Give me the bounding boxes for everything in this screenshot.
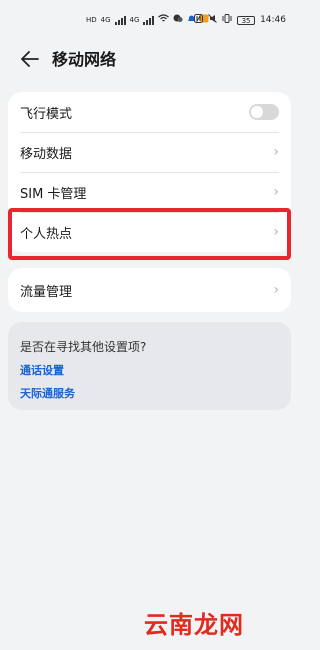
- toggle-knob: [251, 106, 263, 118]
- watermark-logo: 云南龙网: [144, 610, 244, 639]
- hd-badge: HD: [86, 16, 97, 24]
- clock: 14:46: [260, 15, 286, 25]
- suggestions-card: 是否在寻找其他设置项? 通话设置 天际通服务: [8, 322, 291, 410]
- back-arrow-icon[interactable]: [18, 48, 42, 72]
- sim-management-row[interactable]: SIM 卡管理 ›: [8, 172, 291, 212]
- battery-indicator: 35: [237, 15, 256, 25]
- call-settings-link[interactable]: 通话设置: [20, 362, 64, 378]
- airplane-mode-toggle[interactable]: [249, 104, 279, 120]
- chevron-right-icon: ›: [273, 282, 279, 298]
- status-right: 35 14:46: [194, 14, 286, 26]
- data-usage-label: 流量管理: [20, 284, 73, 300]
- mobile-data-label: 移动数据: [20, 146, 73, 162]
- vibrate-icon: [222, 14, 232, 26]
- airplane-mode-label: 飞行模式: [20, 106, 73, 122]
- sim-management-label: SIM 卡管理: [20, 186, 87, 202]
- mobile-data-row[interactable]: 移动数据 ›: [8, 132, 291, 172]
- mute-icon: [208, 14, 217, 26]
- signal-bars-icon-2: [143, 15, 155, 25]
- personal-hotspot-row[interactable]: 个人热点 ›: [8, 212, 291, 252]
- net-type: 4G: [100, 16, 111, 24]
- personal-hotspot-label: 个人热点: [20, 226, 73, 242]
- chevron-right-icon: ›: [273, 224, 279, 240]
- status-bar: HD 4G 4G 35 14:46: [0, 0, 300, 40]
- settings-group-main: 飞行模式 移动数据 › SIM 卡管理 › 个人热点 ›: [8, 92, 291, 252]
- status-left: HD 4G 4G: [86, 14, 209, 26]
- chevron-right-icon: ›: [273, 144, 279, 160]
- net-type-2: 4G: [129, 16, 140, 24]
- page-title: 移动网络: [52, 50, 117, 69]
- signal-bars-icon: [114, 15, 126, 25]
- suggestions-question: 是否在寻找其他设置项?: [20, 340, 147, 354]
- airplane-mode-row[interactable]: 飞行模式: [8, 92, 291, 132]
- wifi-icon: [158, 14, 170, 26]
- chat-icon: [173, 14, 183, 26]
- data-usage-row[interactable]: 流量管理 ›: [8, 268, 291, 312]
- chevron-right-icon: ›: [273, 184, 279, 200]
- nfc-icon: [194, 14, 204, 26]
- settings-group-traffic: 流量管理 ›: [8, 268, 291, 312]
- page-header: 移动网络: [0, 46, 300, 76]
- tianjitong-service-link[interactable]: 天际通服务: [20, 385, 75, 401]
